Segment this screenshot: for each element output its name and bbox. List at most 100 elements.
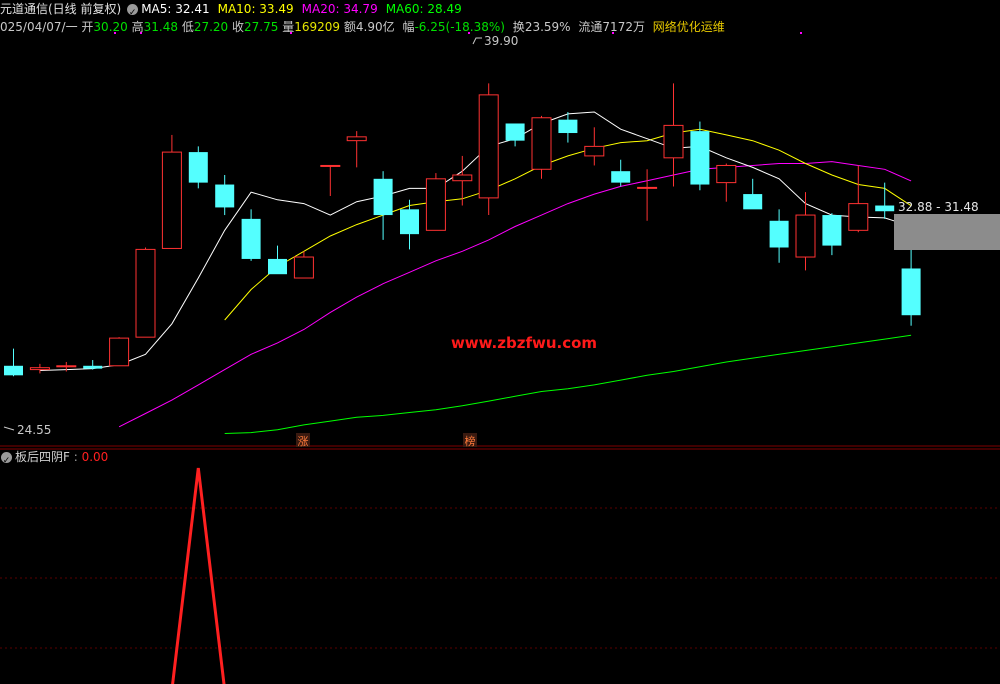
candle[interactable] xyxy=(822,213,842,256)
candle[interactable] xyxy=(29,363,50,374)
candle-body xyxy=(29,367,50,371)
candle-body xyxy=(716,164,737,184)
candle-body xyxy=(558,119,578,134)
ma-legend-item: MA20: 34.79 xyxy=(301,2,378,16)
candle-body xyxy=(663,124,684,159)
candle-body xyxy=(795,214,816,258)
low-label: 低 xyxy=(181,20,194,34)
candle-body xyxy=(848,203,869,231)
candle-body xyxy=(293,256,314,279)
candle[interactable] xyxy=(531,115,552,179)
candle-body xyxy=(611,171,631,183)
candle[interactable] xyxy=(875,182,895,219)
kline-chart[interactable]: 39.90 24.55 32.88 - 31.48 www.zbzfwu.com… xyxy=(0,0,1000,684)
candle[interactable] xyxy=(425,173,446,231)
candle[interactable] xyxy=(241,209,261,261)
candle[interactable] xyxy=(611,159,631,187)
candle[interactable] xyxy=(109,337,130,367)
range-box xyxy=(894,214,1000,250)
vol-value: 169209 xyxy=(294,20,341,34)
indicator-name[interactable]: 板后四阴F xyxy=(15,450,70,464)
candle-body xyxy=(56,365,77,368)
candle[interactable] xyxy=(452,155,473,206)
candle-body xyxy=(188,152,208,183)
amount-label: 额 xyxy=(343,20,356,34)
float-label: 流通 xyxy=(578,20,603,34)
candle[interactable] xyxy=(135,247,156,338)
candle[interactable] xyxy=(215,174,235,216)
candle[interactable] xyxy=(848,165,869,233)
candle[interactable] xyxy=(901,244,921,326)
candle-body xyxy=(135,248,156,338)
candle-body xyxy=(373,178,393,216)
indicator-sep: : xyxy=(69,450,82,464)
ma-legend: MA5: 32.41 MA10: 33.49 MA20: 34.79 MA60: 28… xyxy=(141,0,470,18)
change-value: -6.25(-18.38%) xyxy=(414,20,505,34)
candle[interactable] xyxy=(83,360,103,370)
annotations: 39.90 24.55 32.88 - 31.48 www.zbzfwu.com… xyxy=(3,34,1000,448)
candle[interactable] xyxy=(478,83,499,216)
candle[interactable] xyxy=(268,245,287,275)
candle[interactable] xyxy=(716,163,737,202)
candle-body xyxy=(346,136,367,142)
candle-body xyxy=(505,123,525,141)
candle-body xyxy=(425,178,446,231)
candle[interactable] xyxy=(584,127,605,166)
candle[interactable] xyxy=(663,83,684,187)
stock-title[interactable]: 元道通信(日线 前复权) xyxy=(0,0,121,18)
candle-body xyxy=(452,174,473,182)
high-mark-pointer xyxy=(472,37,482,45)
grid xyxy=(0,445,1000,649)
candle[interactable] xyxy=(373,171,393,240)
candle-body xyxy=(875,205,895,212)
indicator-header: ✓ 板后四阴F : 0.00 xyxy=(0,448,108,466)
open-label: 开 xyxy=(81,20,94,34)
settings-icon[interactable]: ✓ xyxy=(127,4,139,18)
ma-legend-item: MA60: 28.49 xyxy=(385,2,462,16)
indicator-settings-icon[interactable]: ✓ xyxy=(1,452,12,466)
candle-body xyxy=(4,365,23,376)
low-mark-pointer xyxy=(3,426,15,431)
sector-label[interactable]: 网络优化运维 xyxy=(653,18,725,36)
float-value: 7172万 xyxy=(602,20,645,34)
candle-body xyxy=(743,194,763,210)
candle[interactable] xyxy=(637,169,658,221)
quote-bar: 025/04/07/一 开30.20 高31.48 低27.20 收27.75 … xyxy=(0,18,1000,36)
candle-body xyxy=(531,117,552,170)
candle[interactable] xyxy=(743,178,763,210)
low-value: 27.20 xyxy=(193,20,229,34)
indicator-panel xyxy=(171,467,226,684)
candles[interactable] xyxy=(4,83,921,377)
open-value: 30.20 xyxy=(93,20,128,34)
candle-body xyxy=(901,268,921,316)
candle[interactable] xyxy=(505,123,525,147)
candle-body xyxy=(769,220,789,248)
candle-body xyxy=(637,186,658,189)
ma-legend-item: MA5: 32.41 xyxy=(141,2,210,16)
candle[interactable] xyxy=(161,134,182,249)
tag-1: 涨 xyxy=(298,435,309,448)
ma20-line xyxy=(118,161,912,428)
candle[interactable] xyxy=(795,192,816,271)
candle[interactable] xyxy=(320,164,341,196)
candle[interactable] xyxy=(400,199,419,250)
candle-body xyxy=(268,258,287,275)
candle[interactable] xyxy=(346,131,367,168)
candle-body xyxy=(109,337,130,367)
high-mark-label: 39.90 xyxy=(484,34,518,48)
amount-value: 4.90亿 xyxy=(355,20,395,34)
indicator-line xyxy=(171,467,226,684)
candle[interactable] xyxy=(690,121,710,191)
turnover-value: 23.59% xyxy=(524,20,571,34)
candle[interactable] xyxy=(769,209,789,263)
candle[interactable] xyxy=(4,348,23,377)
candle-body xyxy=(822,215,842,246)
change-label: 幅 xyxy=(402,20,415,34)
candle-body xyxy=(215,184,235,208)
candle-body xyxy=(83,365,103,369)
candle-body xyxy=(690,131,710,185)
candle[interactable] xyxy=(188,146,208,189)
low-mark-label: 24.55 xyxy=(17,423,51,437)
candle-body xyxy=(161,151,182,249)
watermark: www.zbzfwu.com xyxy=(451,334,597,352)
